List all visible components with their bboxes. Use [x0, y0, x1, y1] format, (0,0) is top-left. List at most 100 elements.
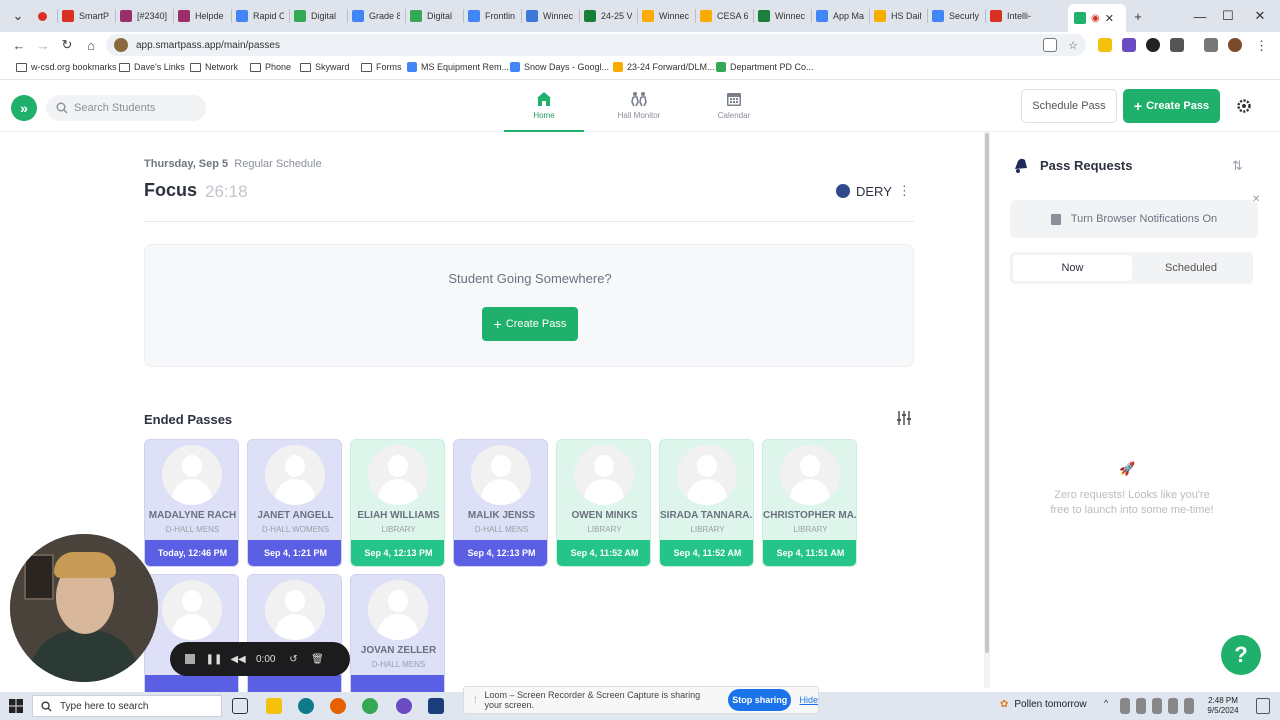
- bookmark-item[interactable]: w-csd.org bookmarks: [16, 62, 117, 72]
- firefox-icon[interactable]: [330, 698, 346, 714]
- create-pass-button[interactable]: + Create Pass: [1123, 89, 1220, 123]
- create-pass-main-button[interactable]: + Create Pass: [482, 307, 578, 341]
- stop-recording-icon[interactable]: [184, 653, 196, 665]
- scrollbar-thumb[interactable]: [985, 133, 989, 653]
- back-icon[interactable]: ←: [11, 37, 27, 53]
- browser-tab[interactable]: 24-25 V: [584, 5, 632, 27]
- browser-tab[interactable]: [#2340]: [120, 5, 168, 27]
- pass-card[interactable]: JOVAN ZELLER D-HALL MENS: [350, 574, 445, 702]
- browser-tab[interactable]: Winnec: [758, 5, 806, 27]
- bookmark-item[interactable]: Snow Days - Googl...: [510, 62, 609, 72]
- settings-gear-icon[interactable]: [1236, 98, 1252, 114]
- media-control-icon[interactable]: [1204, 38, 1218, 52]
- search-students-input[interactable]: Search Students: [46, 95, 206, 121]
- stop-sharing-button[interactable]: Stop sharing: [728, 689, 792, 711]
- delete-icon[interactable]: 🗑: [311, 653, 324, 665]
- webcam-bubble[interactable]: [10, 534, 158, 682]
- room-menu-icon[interactable]: ⋮: [898, 183, 911, 199]
- forward-icon[interactable]: →: [35, 37, 51, 53]
- tab-scheduled[interactable]: Scheduled: [1132, 255, 1250, 281]
- drag-handle-icon[interactable]: ⁞: [474, 695, 477, 705]
- pass-card[interactable]: ELIAH WILLIAMS LIBRARY Sep 4, 12:13 PM: [350, 439, 445, 567]
- browser-tab[interactable]: HS Daily: [874, 5, 922, 27]
- home-icon[interactable]: ⌂: [83, 37, 99, 53]
- tab-now[interactable]: Now: [1013, 255, 1132, 281]
- bookmark-star-icon[interactable]: ☆: [1068, 39, 1078, 52]
- extension-yellow-icon[interactable]: [1098, 38, 1112, 52]
- restart-icon[interactable]: ↺: [287, 653, 299, 665]
- tray-mic-icon[interactable]: [1120, 698, 1130, 714]
- tray-network-icon[interactable]: [1136, 698, 1146, 714]
- browser-tab[interactable]: Winnec: [642, 5, 690, 27]
- bookmark-item[interactable]: Forms: [361, 62, 402, 72]
- rewind-icon[interactable]: ◀◀: [230, 653, 245, 665]
- pass-card[interactable]: SIRADA TANNARA... LIBRARY Sep 4, 11:52 AM: [659, 439, 754, 567]
- browser-tab[interactable]: Frontlin: [468, 5, 516, 27]
- weather-widget[interactable]: ✿ Pollen tomorrow: [1000, 699, 1087, 710]
- windows-start-icon[interactable]: [8, 698, 24, 714]
- hide-link[interactable]: Hide: [799, 695, 818, 705]
- extension-dark-icon[interactable]: [1146, 38, 1160, 52]
- tab-smartpass-active[interactable]: ◉ ✕: [1068, 4, 1126, 32]
- close-window-icon[interactable]: ✕: [1250, 6, 1270, 26]
- task-view-icon[interactable]: [232, 698, 248, 714]
- profile-avatar[interactable]: [1228, 38, 1242, 52]
- nav-tab-hall-monitor[interactable]: Hall Monitor: [599, 90, 679, 132]
- close-notification-icon[interactable]: ✕: [1252, 194, 1260, 205]
- room-selector[interactable]: DERY ⋮: [836, 183, 911, 199]
- site-info-icon[interactable]: [114, 38, 128, 52]
- browser-tab[interactable]: Securly: [932, 5, 980, 27]
- nav-tab-calendar[interactable]: Calendar: [694, 90, 774, 132]
- file-explorer-icon[interactable]: [266, 698, 282, 714]
- url-bar[interactable]: app.smartpass.app/main/passes ☆: [106, 34, 1086, 56]
- extensions-puzzle-icon[interactable]: [1170, 38, 1184, 52]
- loom-app-icon[interactable]: [396, 698, 412, 714]
- taskbar-clock[interactable]: 2:48 PM 9/5/2024: [1198, 696, 1248, 716]
- pass-card[interactable]: MADALYNE RACH D-HALL MENS Today, 12:46 PM: [144, 439, 239, 567]
- tray-pen-icon[interactable]: [1184, 698, 1194, 714]
- tab-search-icon[interactable]: ⌄: [8, 6, 28, 26]
- tray-battery-icon[interactable]: [1152, 698, 1162, 714]
- pass-card[interactable]: VAD-H: [144, 574, 239, 702]
- browser-tab[interactable]: Intelli-: [990, 5, 1038, 27]
- bookmark-item[interactable]: Phone: [250, 62, 291, 72]
- pause-icon[interactable]: ❚❚: [206, 653, 223, 665]
- reload-icon[interactable]: ↻: [59, 37, 75, 53]
- browser-tab[interactable]: Rapid C: [236, 5, 284, 27]
- smartpass-logo[interactable]: »: [11, 95, 37, 121]
- pass-card[interactable]: [247, 574, 342, 702]
- browser-tab[interactable]: CESA 6: [700, 5, 748, 27]
- browser-tab[interactable]: Digital: [410, 5, 458, 27]
- bookmark-item[interactable]: MS Equipment Rem...: [407, 62, 509, 72]
- bookmark-item[interactable]: 23-24 Forward/DLM...: [613, 62, 715, 72]
- bookmark-item[interactable]: Skyward: [300, 62, 350, 72]
- browser-tab[interactable]: SmartP: [62, 5, 110, 27]
- bookmark-item[interactable]: Network: [190, 62, 238, 72]
- maximize-icon[interactable]: ☐: [1218, 6, 1238, 26]
- extension-purple-icon[interactable]: [1122, 38, 1136, 52]
- pass-card[interactable]: MALIK JENSS D-HALL MENS Sep 4, 12:13 PM: [453, 439, 548, 567]
- menu-kebab-icon[interactable]: ⋮: [1255, 38, 1269, 53]
- browser-tab[interactable]: Winnec: [526, 5, 574, 27]
- remote-desktop-icon[interactable]: [428, 698, 444, 714]
- taskbar-search[interactable]: Type here to search: [32, 695, 222, 717]
- browser-tab[interactable]: App Ma: [816, 5, 864, 27]
- sort-icon[interactable]: ⇅: [1232, 158, 1243, 174]
- pass-card[interactable]: CHRISTOPHER MA... LIBRARY Sep 4, 11:51 AM: [762, 439, 857, 567]
- browser-tab[interactable]: Grade 8: [352, 5, 400, 27]
- new-tab-icon[interactable]: +: [1128, 6, 1148, 26]
- filter-sliders-icon[interactable]: [896, 410, 912, 426]
- browser-notifications-button[interactable]: Turn Browser Notifications On: [1010, 200, 1258, 238]
- pass-card[interactable]: OWEN MINKS LIBRARY Sep 4, 11:52 AM: [556, 439, 651, 567]
- close-tab-icon[interactable]: ✕: [1105, 12, 1114, 25]
- browser-tab[interactable]: Helpde: [178, 5, 226, 27]
- pass-card[interactable]: JANET ANGELL D-HALL WOMENS Sep 4, 1:21 PM: [247, 439, 342, 567]
- tray-chevron-icon[interactable]: ^: [1104, 698, 1114, 714]
- nav-tab-home[interactable]: Home: [504, 90, 584, 132]
- tray-volume-icon[interactable]: [1168, 698, 1178, 714]
- help-button[interactable]: ?: [1221, 635, 1261, 675]
- notification-center-icon[interactable]: [1256, 698, 1270, 714]
- edge-icon[interactable]: [298, 698, 314, 714]
- bookmark-item[interactable]: Department PD Co...: [716, 62, 814, 72]
- schedule-pass-button[interactable]: Schedule Pass: [1021, 89, 1117, 123]
